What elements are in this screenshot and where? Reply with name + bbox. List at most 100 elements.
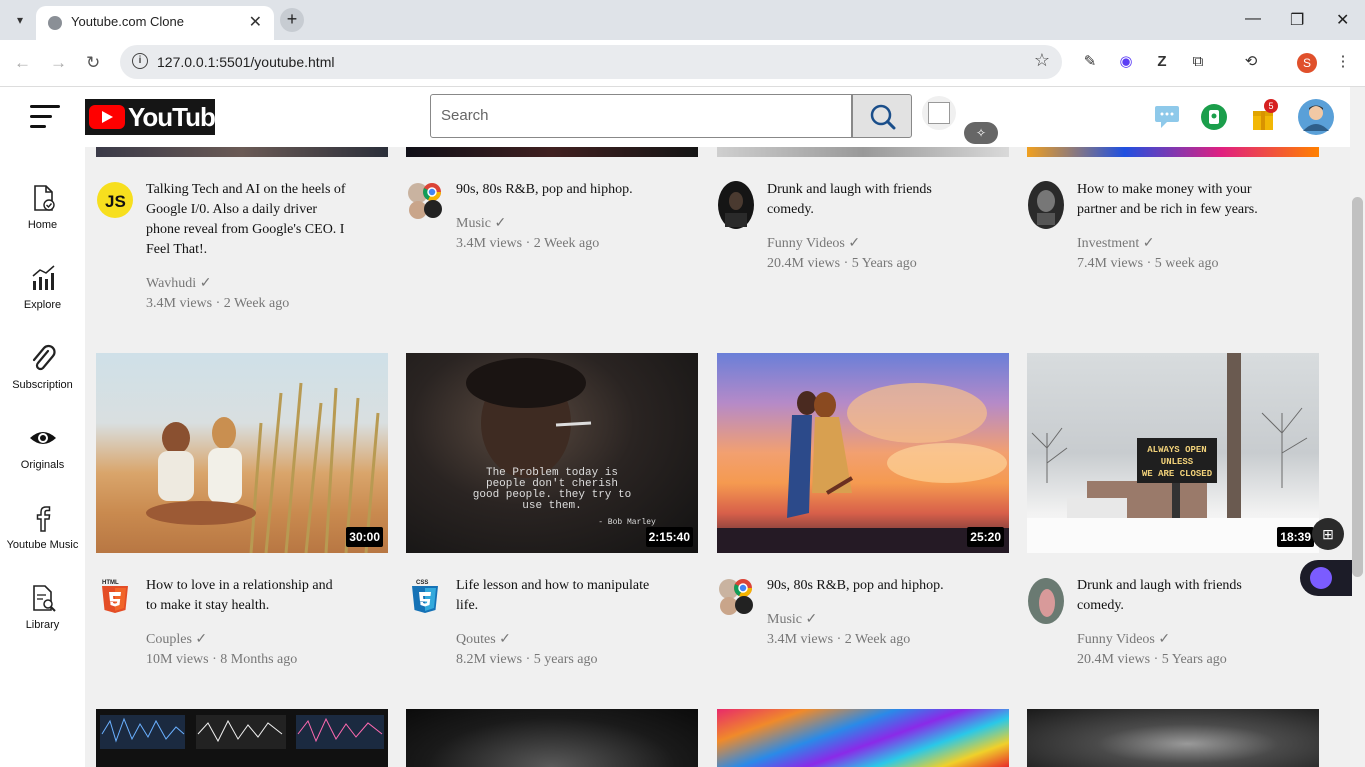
- thumbnail-image: [717, 383, 1009, 553]
- sidebar-item-home[interactable]: Home: [0, 183, 85, 231]
- channel-avatar[interactable]: HTML: [100, 578, 138, 624]
- video-title-line: Drunk and laugh with friends: [1077, 578, 1242, 593]
- sidebar-item-library[interactable]: Library: [0, 583, 85, 631]
- thumbnail-image: [146, 382, 380, 553]
- video-title[interactable]: 90s, 80s R&B, pop and hiphop.: [456, 180, 666, 200]
- video-thumbnail[interactable]: 30:00: [96, 353, 388, 553]
- channel-avatar[interactable]: CSS: [410, 578, 448, 624]
- chrome-logo-icon: [408, 183, 442, 219]
- channel-avatar[interactable]: [717, 181, 755, 229]
- site-info-icon[interactable]: i: [132, 53, 148, 69]
- chat-icon[interactable]: [1152, 102, 1182, 132]
- menu-kebab-icon[interactable]: ⋮: [1333, 52, 1353, 72]
- video-thumbnail[interactable]: [96, 709, 388, 767]
- z-extension-icon[interactable]: Z: [1152, 52, 1172, 72]
- reload-icon[interactable]: ↻: [86, 53, 100, 73]
- address-bar[interactable]: i 127.0.0.1:5501/youtube.html ☆: [120, 45, 1062, 79]
- video-thumbnail[interactable]: [1027, 709, 1319, 767]
- video-title-line: Talking Tech and AI on the heels of: [146, 182, 346, 197]
- video-thumbnail[interactable]: [406, 147, 698, 157]
- user-avatar-icon[interactable]: [1298, 99, 1334, 135]
- eye-icon: [29, 432, 56, 444]
- thumbnail-sign-line: UNLESS: [1160, 457, 1194, 467]
- channel-name[interactable]: Investment ✓: [1077, 235, 1154, 252]
- sidebar-item-originals[interactable]: Originals: [0, 423, 85, 471]
- sidebar-item-youtube-music[interactable]: Youtube Music: [0, 503, 85, 551]
- video-thumbnail[interactable]: ALWAYS OPEN UNLESS WE ARE CLOSED 18:39: [1027, 353, 1319, 553]
- hamburger-menu-icon[interactable]: [30, 105, 60, 131]
- search-icon: [870, 104, 896, 130]
- sidebar-item-explore[interactable]: Explore: [0, 263, 85, 311]
- video-title[interactable]: Talking Tech and AI on the heels of Goog…: [146, 180, 356, 260]
- apps-grid-icon[interactable]: ⊞: [1312, 518, 1344, 550]
- history-icon[interactable]: ⟲: [1241, 52, 1261, 72]
- maximize-icon[interactable]: ❐: [1290, 10, 1304, 30]
- search-input[interactable]: Search: [430, 94, 852, 138]
- thumbnail-quote-line: use them.: [522, 500, 582, 512]
- copilot-floating-button[interactable]: [1300, 560, 1352, 596]
- video-title-line: 90s, 80s R&B, pop and hiphop.: [456, 182, 633, 197]
- sidebar-item-subscription[interactable]: Subscription: [0, 343, 85, 391]
- video-thumbnail[interactable]: [717, 709, 1009, 767]
- video-thumbnail[interactable]: [1027, 147, 1319, 157]
- page-scrollbar[interactable]: [1350, 87, 1365, 767]
- pen-extension-icon[interactable]: ✎: [1080, 52, 1100, 72]
- video-thumbnail[interactable]: [406, 709, 698, 767]
- channel-avatar[interactable]: JS: [96, 181, 134, 227]
- video-title[interactable]: How to love in a relationship and to mak…: [146, 576, 356, 616]
- video-title[interactable]: How to make money with your partner and …: [1077, 180, 1287, 220]
- video-title[interactable]: Drunk and laugh with friends comedy.: [1077, 576, 1287, 616]
- video-meta: 3.4M views · 2 Week ago: [767, 632, 911, 647]
- close-window-icon[interactable]: ✕: [1336, 10, 1349, 30]
- channel-avatar[interactable]: [1027, 181, 1065, 229]
- video-thumbnail[interactable]: [717, 147, 1009, 157]
- tab-search-dropdown-icon[interactable]: ▾: [10, 10, 30, 30]
- forward-icon[interactable]: →: [50, 53, 67, 73]
- video-title[interactable]: Life lesson and how to manipulate life.: [456, 576, 666, 616]
- search-button[interactable]: [852, 94, 912, 138]
- document-check-icon: [33, 185, 55, 211]
- channel-name[interactable]: Qoutes ✓: [456, 631, 511, 648]
- channel-avatar[interactable]: [717, 577, 755, 623]
- search-placeholder: Search: [441, 107, 489, 124]
- channel-name[interactable]: Music ✓: [767, 611, 817, 628]
- bookmark-star-icon[interactable]: ☆: [1034, 50, 1050, 71]
- new-tab-button[interactable]: +: [280, 8, 304, 32]
- channel-name[interactable]: Couples ✓: [146, 631, 207, 648]
- channel-name[interactable]: Music ✓: [456, 215, 506, 232]
- sidebar: Home Explore Subscription Originals Yout…: [0, 147, 85, 767]
- profile-avatar[interactable]: S: [1297, 53, 1317, 73]
- video-title-line: Google I/0. Also a daily driver: [146, 202, 318, 217]
- channel-avatar[interactable]: [406, 181, 444, 227]
- video-title-line: to make it stay health.: [146, 598, 270, 613]
- channel-name[interactable]: Funny Videos ✓: [1077, 631, 1170, 648]
- add-user-icon[interactable]: [1199, 102, 1229, 132]
- magic-wand-icon[interactable]: ✧: [964, 122, 998, 144]
- channel-name[interactable]: Funny Videos ✓: [767, 235, 860, 252]
- browser-tab[interactable]: Youtube.com Clone ✕: [36, 6, 274, 40]
- copilot-extension-icon[interactable]: ◉: [1116, 52, 1136, 72]
- thumbnail-image: [100, 715, 384, 749]
- document-search-icon: [32, 585, 56, 612]
- thumbnail-sign-line: ALWAYS OPEN: [1147, 445, 1207, 455]
- voice-search-button[interactable]: [922, 96, 956, 130]
- url-text[interactable]: 127.0.0.1:5501/youtube.html: [157, 54, 334, 70]
- chart-icon: [32, 265, 54, 290]
- facebook-icon: [36, 506, 50, 532]
- back-icon[interactable]: ←: [14, 53, 31, 73]
- logo-text: YouTube: [128, 102, 229, 132]
- video-thumbnail[interactable]: 25:20: [717, 353, 1009, 553]
- video-title[interactable]: Drunk and laugh with friends comedy.: [767, 180, 977, 220]
- youtube-logo[interactable]: YouTube: [85, 99, 229, 135]
- channel-avatar[interactable]: [1027, 577, 1065, 624]
- close-tab-icon[interactable]: ✕: [249, 12, 262, 32]
- video-title-line: Drunk and laugh with friends: [767, 182, 932, 197]
- video-thumbnail[interactable]: The Problem today is people don't cheris…: [406, 353, 698, 553]
- video-thumbnail[interactable]: [96, 147, 388, 157]
- tab-title: Youtube.com Clone: [71, 14, 184, 29]
- video-title[interactable]: 90s, 80s R&B, pop and hiphop.: [767, 576, 977, 596]
- scrollbar-thumb[interactable]: [1352, 197, 1363, 577]
- extensions-puzzle-icon[interactable]: ⧉: [1188, 52, 1208, 72]
- channel-name[interactable]: Wavhudi ✓: [146, 275, 211, 292]
- minimize-icon[interactable]: —: [1245, 10, 1261, 28]
